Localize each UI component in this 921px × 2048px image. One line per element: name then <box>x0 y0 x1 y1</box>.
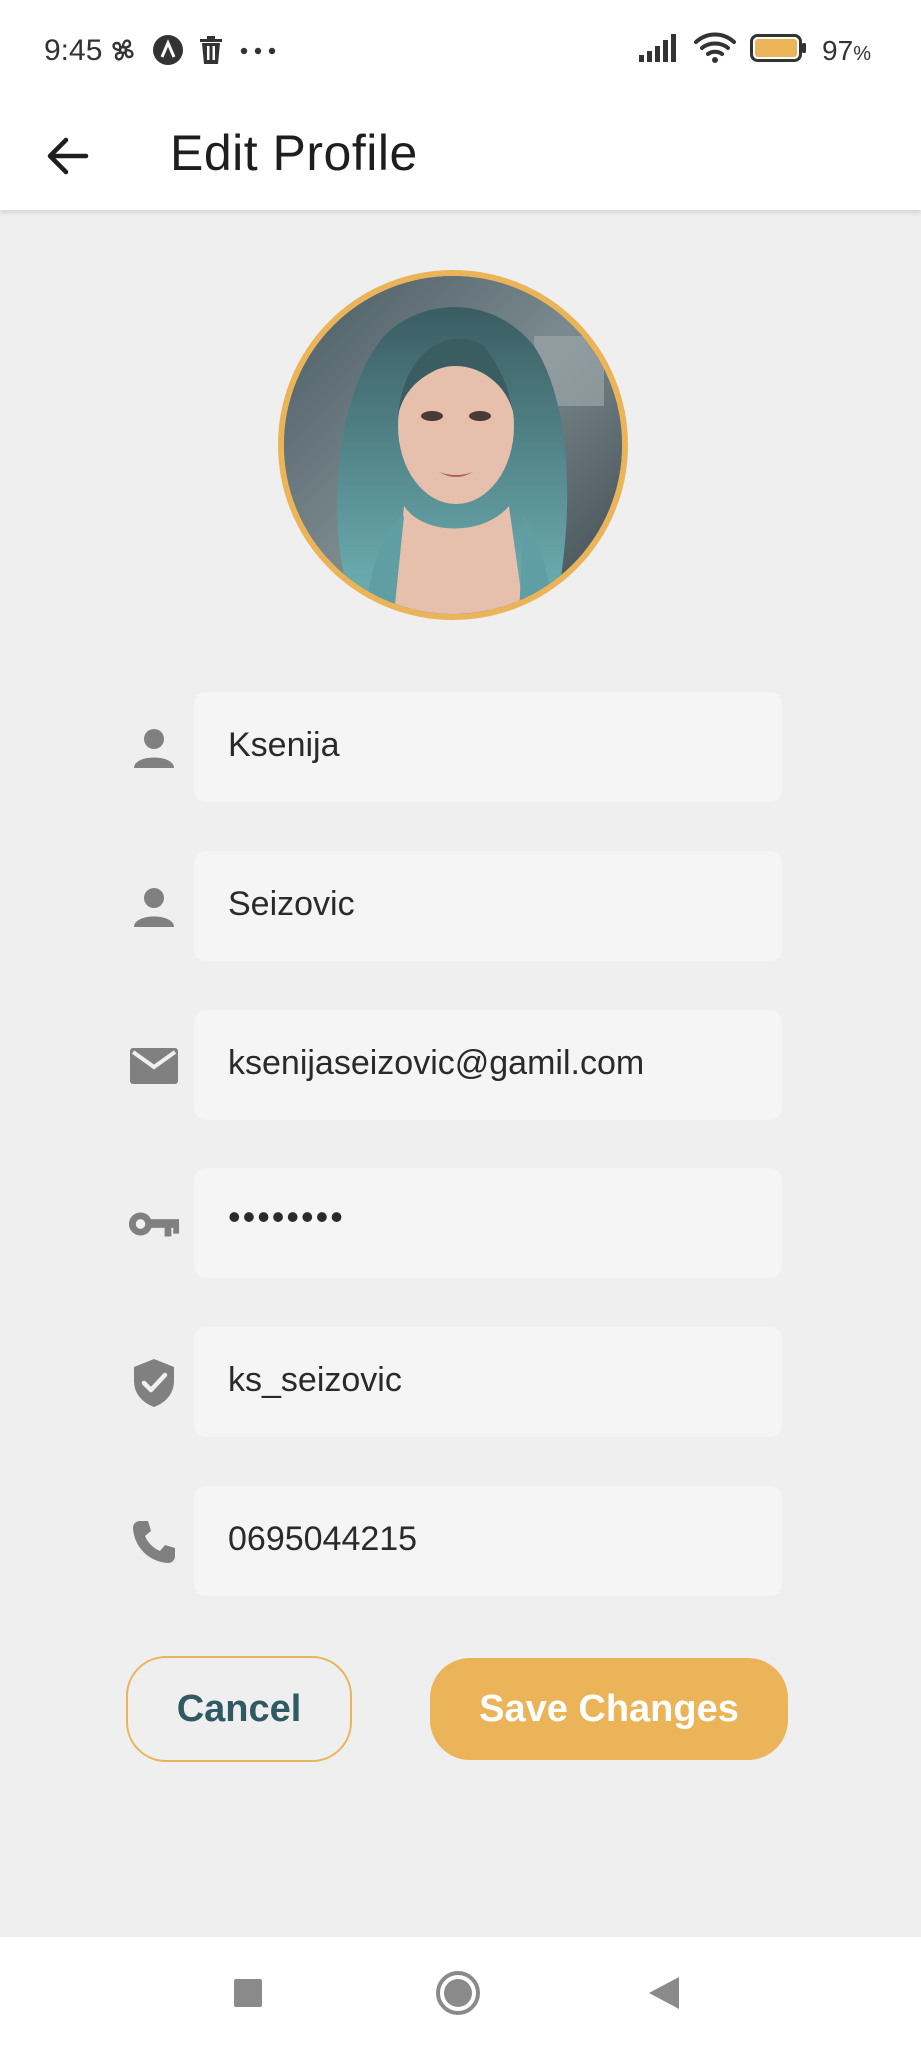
phone-icon <box>128 1516 180 1568</box>
status-icons-left <box>108 34 278 71</box>
first-name-value: Ksenija <box>228 726 340 764</box>
password-value: •••••••• <box>228 1196 345 1237</box>
username-field[interactable]: ks_seizovic <box>194 1327 782 1437</box>
back-button[interactable] <box>38 126 98 186</box>
last-name-row: Seizovic <box>118 851 788 961</box>
wifi-icon <box>694 32 737 69</box>
home-button[interactable] <box>432 1967 484 2019</box>
circle-home-icon <box>436 1971 480 2015</box>
password-field[interactable]: •••••••• <box>194 1168 782 1278</box>
shield-check-icon <box>128 1357 180 1409</box>
password-row: •••••••• <box>118 1168 788 1278</box>
battery-unit: % <box>853 42 871 65</box>
key-icon <box>128 1198 180 1250</box>
signal-icon <box>638 33 680 68</box>
system-navigation-bar <box>0 1937 921 2048</box>
save-changes-button[interactable]: Save Changes <box>430 1658 788 1760</box>
status-bar: 9:45 97% <box>0 0 921 104</box>
email-icon <box>128 1040 180 1092</box>
person-icon <box>128 722 180 774</box>
page-title: Edit Profile <box>170 125 418 181</box>
arrow-left-icon <box>47 137 89 175</box>
battery-icon <box>750 34 808 67</box>
email-field[interactable]: ksenijaseizovic@gamil.com <box>194 1010 782 1120</box>
email-row: ksenijaseizovic@gamil.com <box>118 1010 788 1120</box>
phone-row: 0695044215 <box>118 1486 788 1596</box>
battery-level-value: 97 <box>822 34 854 66</box>
more-dots-icon <box>238 44 278 62</box>
cancel-button[interactable]: Cancel <box>126 1656 352 1762</box>
triangle-back-icon <box>649 1977 679 2009</box>
first-name-row: Ksenija <box>118 692 788 802</box>
person-icon <box>128 881 180 933</box>
battery-percentage: 97% <box>822 35 871 67</box>
trash-icon <box>198 35 224 70</box>
recents-button[interactable] <box>222 1967 274 2019</box>
first-name-field[interactable]: Ksenija <box>194 692 782 802</box>
status-time: 9:45 <box>44 34 103 67</box>
edit-profile-screen: 9:45 97% Edit Profile Ksenija Seizovic k… <box>0 0 921 2048</box>
a-circle-icon <box>152 34 184 71</box>
square-icon <box>234 1979 262 2007</box>
phone-value: 0695044215 <box>228 1520 418 1558</box>
pinwheel-icon <box>108 35 138 70</box>
last-name-field[interactable]: Seizovic <box>194 851 782 961</box>
username-value: ks_seizovic <box>228 1361 402 1399</box>
phone-field[interactable]: 0695044215 <box>194 1486 782 1596</box>
username-row: ks_seizovic <box>118 1327 788 1437</box>
profile-photo <box>284 276 622 614</box>
profile-avatar[interactable] <box>278 270 628 620</box>
last-name-value: Seizovic <box>228 885 355 923</box>
email-value: ksenijaseizovic@gamil.com <box>228 1044 645 1082</box>
status-icons-right: 97% <box>638 32 871 69</box>
app-bar: Edit Profile <box>0 104 921 210</box>
back-nav-button[interactable] <box>638 1967 690 2019</box>
